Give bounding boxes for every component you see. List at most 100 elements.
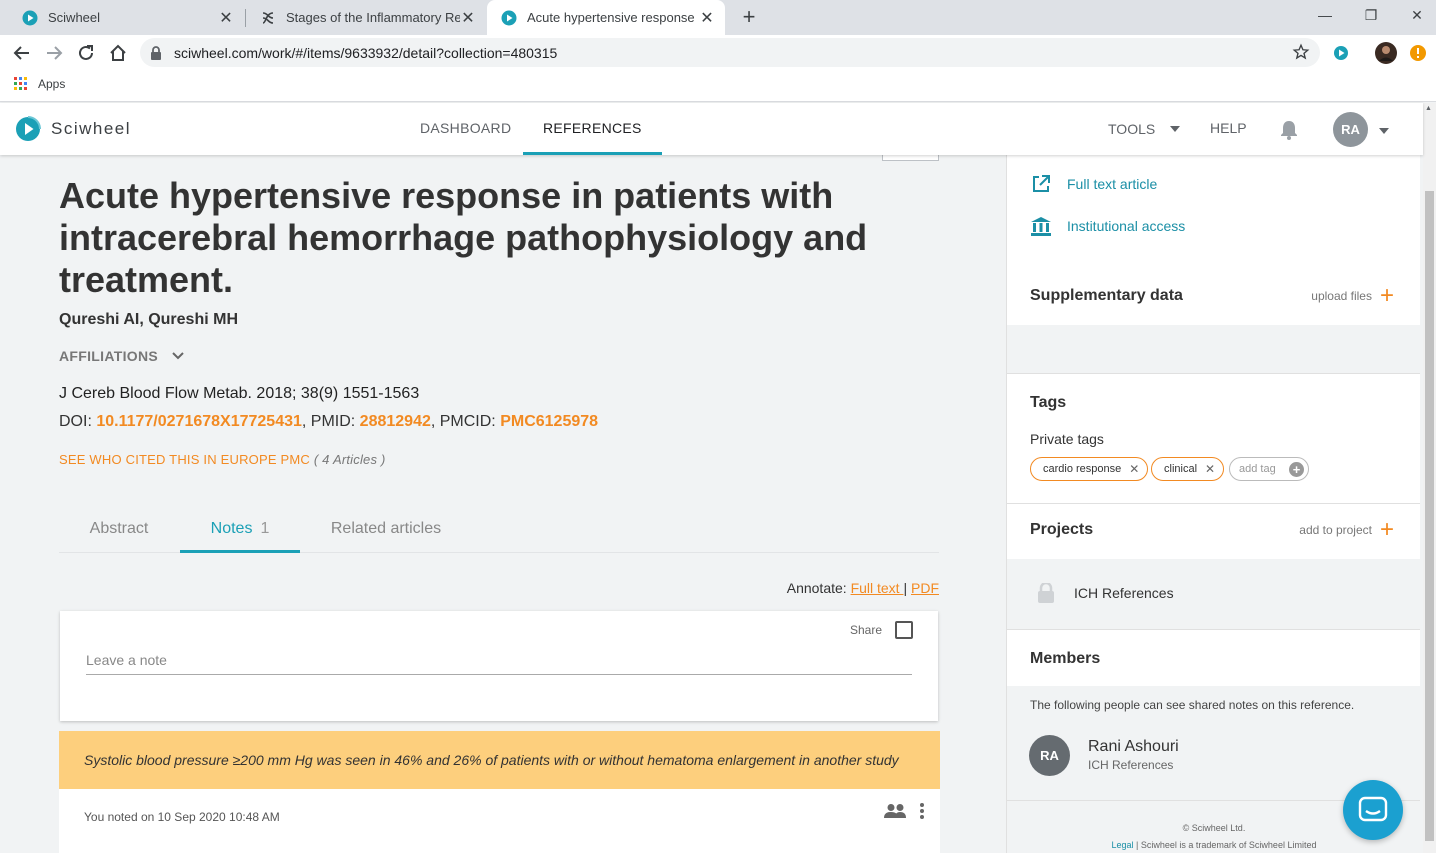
divider [1007,503,1420,504]
upload-files-button[interactable]: upload files + [1311,282,1394,309]
note-highlight[interactable]: Systolic blood pressure ≥200 mm Hg was s… [59,731,940,789]
forward-icon[interactable] [42,41,66,65]
member-project: ICH References [1088,758,1174,772]
pmcid-label: , PMCID: [430,413,501,430]
scroll-up-icon[interactable]: ▲ [1425,105,1432,112]
sciwheel-logo[interactable]: Sciwheel [15,116,131,142]
project-row[interactable]: ICH References [1007,559,1420,629]
share-checkbox[interactable] [895,621,913,639]
nav-dashboard[interactable]: DASHBOARD [420,103,511,155]
members-title: Members [1030,650,1101,667]
caret-down-icon [1170,126,1181,132]
browser-tab-stages[interactable]: Stages of the Inflammatory Resp ✕ [246,0,486,35]
shared-people-icon[interactable] [883,803,907,819]
scrolled-button-edge[interactable] [882,155,939,161]
affiliations-toggle[interactable]: AFFILIATIONS [59,348,184,364]
bookmark-star-icon[interactable] [1292,43,1310,61]
user-avatar[interactable]: RA [1333,112,1368,147]
notes-count: 1 [260,520,270,537]
pmcid-link[interactable]: PMC6125978 [500,413,598,430]
update-alert-icon[interactable] [1406,41,1430,65]
browser-tab-sciwheel[interactable]: Sciwheel ✕ [8,0,244,35]
pmid-label: , PMID: [301,413,360,430]
restore-icon[interactable]: ❐ [1348,0,1394,30]
upload-files-label: upload files [1311,289,1372,303]
sciwheel-favicon-icon [501,10,517,25]
trademark-text: | Sciwheel is a trademark of Sciwheel Li… [1133,840,1317,850]
journal-citation: J Cereb Blood Flow Metab. 2018; 38(9) 15… [59,385,420,402]
tab-related-articles[interactable]: Related articles [321,507,451,553]
address-bar[interactable]: sciwheel.com/work/#/items/9633932/detail… [140,38,1320,67]
close-icon[interactable]: ✕ [699,8,715,28]
user-menu-caret-icon[interactable] [1379,125,1389,134]
help-link[interactable]: HELP [1210,103,1247,155]
note-input[interactable] [86,645,912,675]
annotate-separator: | [903,580,911,596]
close-icon[interactable]: ✕ [460,8,476,28]
tag-label: cardio response [1043,463,1122,475]
note-meta: You noted on 10 Sep 2020 10:48 AM [59,789,940,853]
tab-abstract[interactable]: Abstract [59,507,179,553]
back-icon[interactable] [10,41,34,65]
more-vert-icon[interactable] [919,802,925,820]
browser-tab-bar: Sciwheel ✕ Stages of the Inflammatory Re… [0,0,1436,35]
add-tag-input[interactable]: add tag + [1229,457,1309,481]
annotate-full-text-link[interactable]: Full text [851,580,904,596]
private-tags-label: Private tags [1030,431,1104,447]
reload-icon[interactable] [74,41,98,65]
scrollbar-thumb[interactable] [1425,191,1434,841]
highlight-text: Systolic blood pressure ≥200 mm Hg was s… [84,752,899,768]
tag-label: clinical [1164,463,1198,475]
supplementary-title: Supplementary data [1030,287,1183,304]
pmid-link[interactable]: 28812942 [360,413,431,430]
share-label: Share [849,623,882,637]
sciwheel-logo-icon [16,116,41,141]
window-close-icon[interactable]: ✕ [1394,0,1436,30]
add-tag-plus-icon[interactable]: + [1289,462,1304,477]
article-identifiers: DOI: 10.1177/0271678X17725431, PMID: 288… [59,413,598,431]
tab-title: Acute hypertensive response in p [527,10,699,25]
legal-link[interactable]: Legal [1112,840,1134,850]
add-to-project-button[interactable]: add to project + [1299,516,1394,543]
nav-references[interactable]: REFERENCES [523,103,662,155]
annotate-label: Annotate: [786,580,851,596]
tag-chip[interactable]: cardio response ✕ [1030,457,1149,481]
add-to-project-label: add to project [1299,523,1372,537]
page-favicon-icon [262,11,274,24]
minimize-icon[interactable]: — [1302,0,1348,30]
plus-icon: + [1379,516,1394,543]
institutional-access-link[interactable]: Institutional access [1029,216,1185,236]
article-title: Acute hypertensive response in patients … [59,175,868,300]
new-tab-button[interactable]: + [737,4,761,30]
tab-notes[interactable]: Notes 1 [180,507,300,553]
home-icon[interactable] [106,41,130,65]
chat-support-button[interactable] [1343,780,1403,840]
tools-label: TOOLS [1108,121,1156,137]
sciwheel-favicon-icon [22,10,38,25]
remove-tag-icon[interactable]: ✕ [1205,462,1215,476]
browser-tab-acute-hypertensive[interactable]: Acute hypertensive response in p ✕ [487,0,725,35]
divider [1007,629,1420,630]
cited-by-link[interactable]: SEE WHO CITED THIS IN EUROPE PMC ( 4 Art… [59,452,386,467]
divider [1007,373,1420,374]
apps-shortcut[interactable]: Apps [14,77,65,91]
plus-icon: + [1379,282,1394,309]
tab-title: Sciwheel [48,10,101,25]
tag-chip[interactable]: clinical ✕ [1151,457,1225,481]
doi-link[interactable]: 10.1177/0271678X17725431 [96,413,302,430]
annotate-pdf-link[interactable]: PDF [911,580,939,596]
close-icon[interactable]: ✕ [218,8,234,28]
full-text-article-link[interactable]: Full text article [1029,174,1157,194]
tools-menu[interactable]: TOOLS [1108,103,1181,155]
institution-icon [1031,217,1051,236]
full-text-article-label: Full text article [1067,176,1158,192]
browser-toolbar: sciwheel.com/work/#/items/9633932/detail… [0,35,1436,70]
profile-avatar-icon[interactable] [1374,41,1398,65]
remove-tag-icon[interactable]: ✕ [1129,462,1139,476]
supplementary-files-area [1007,325,1420,373]
sciwheel-extension-icon[interactable] [1329,41,1353,65]
affiliations-label: AFFILIATIONS [59,348,158,364]
notifications-bell-icon[interactable] [1280,120,1298,140]
page-scrollbar[interactable]: ▲ [1423,103,1436,853]
annotate-links: Annotate: Full text | PDF [787,580,939,596]
